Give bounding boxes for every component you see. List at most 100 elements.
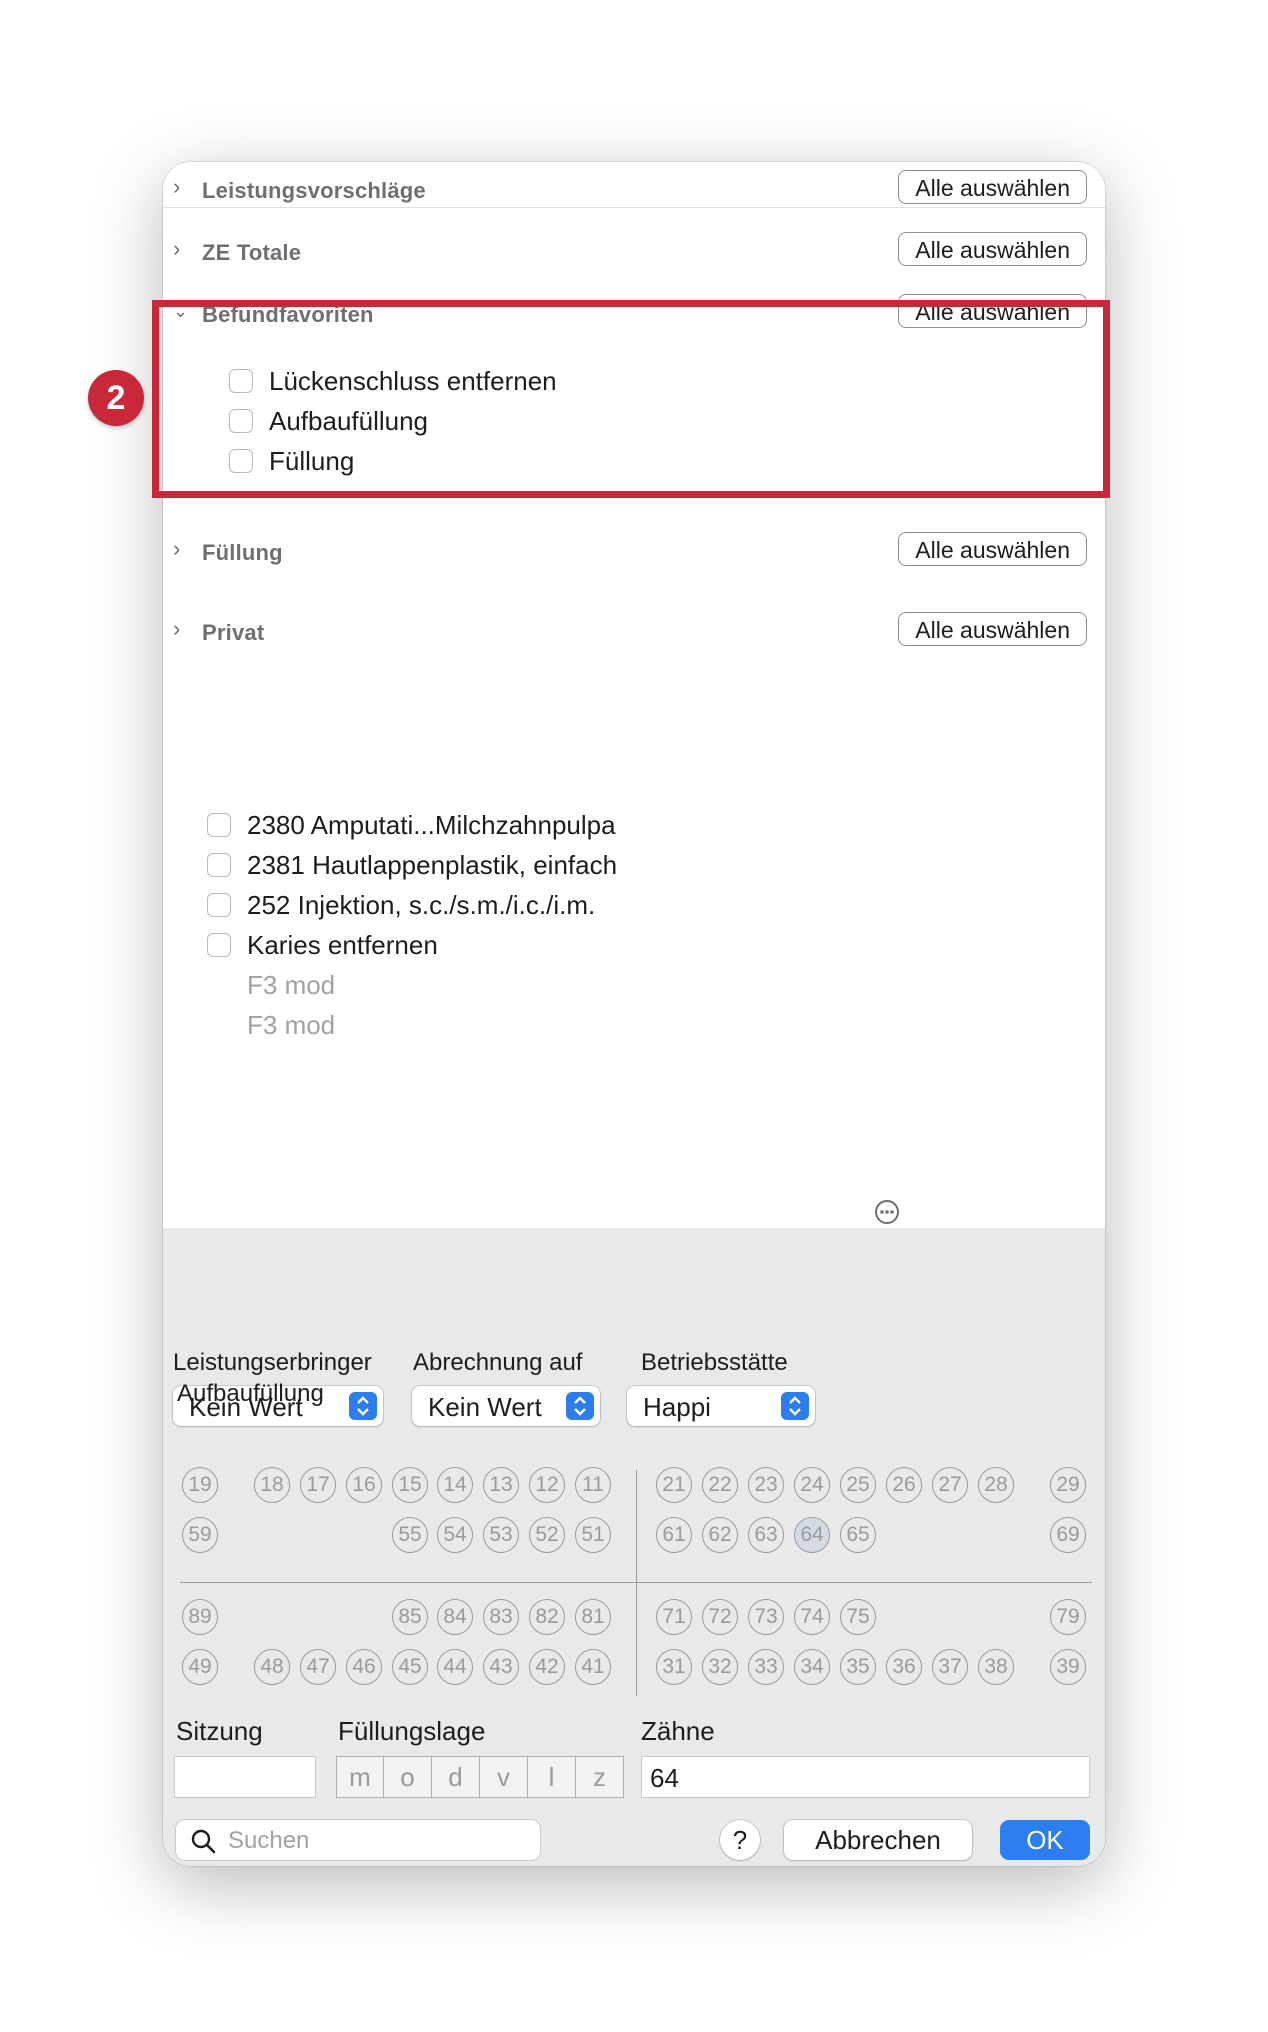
tooth-83[interactable]: 83 [483, 1599, 519, 1635]
tooth-43[interactable]: 43 [483, 1649, 519, 1685]
tooth-64-selected[interactable]: 64 [794, 1517, 830, 1553]
tooth-23[interactable]: 23 [748, 1467, 784, 1503]
tooth-21[interactable]: 21 [656, 1467, 692, 1503]
betriebsstaette-popup[interactable]: Happi [627, 1386, 815, 1426]
segment-v[interactable]: v [480, 1756, 528, 1798]
zaehne-field[interactable]: 64 [641, 1756, 1090, 1798]
tooth-79[interactable]: 79 [1050, 1599, 1086, 1635]
tooth-54[interactable]: 54 [437, 1517, 473, 1553]
tooth-27[interactable]: 27 [932, 1467, 968, 1503]
tooth-42[interactable]: 42 [529, 1649, 565, 1685]
select-all-button[interactable]: Alle auswählen [898, 170, 1087, 204]
tooth-84[interactable]: 84 [437, 1599, 473, 1635]
up-down-arrows-icon[interactable] [566, 1392, 594, 1420]
tooth-52[interactable]: 52 [529, 1517, 565, 1553]
section-fuellung[interactable]: › Füllung Alle auswählen [163, 530, 1105, 580]
segment-l[interactable]: l [528, 1756, 576, 1798]
tooth-51[interactable]: 51 [575, 1517, 611, 1553]
select-all-button[interactable]: Alle auswählen [898, 612, 1087, 646]
step-badge: 2 [88, 370, 144, 426]
chevron-right-icon[interactable]: › [173, 618, 195, 640]
zaehne-label: Zähne [641, 1716, 715, 1746]
ok-button[interactable]: OK [1000, 1820, 1090, 1860]
tooth-74[interactable]: 74 [794, 1599, 830, 1635]
tooth-65[interactable]: 65 [840, 1517, 876, 1553]
tooth-17[interactable]: 17 [300, 1467, 336, 1503]
tooth-59[interactable]: 59 [182, 1517, 218, 1553]
tooth-85[interactable]: 85 [392, 1599, 428, 1635]
tooth-81[interactable]: 81 [575, 1599, 611, 1635]
field-value: 64 [650, 1763, 679, 1793]
tooth-48[interactable]: 48 [254, 1649, 290, 1685]
fuellungslage-label: Füllungslage [338, 1716, 486, 1746]
segment-o[interactable]: o [384, 1756, 432, 1798]
chevron-right-icon[interactable]: › [173, 176, 195, 198]
tooth-22[interactable]: 22 [702, 1467, 738, 1503]
segment-z[interactable]: z [576, 1756, 624, 1798]
tooth-36[interactable]: 36 [886, 1649, 922, 1685]
up-down-arrows-icon[interactable] [781, 1392, 809, 1420]
tooth-28[interactable]: 28 [978, 1467, 1014, 1503]
section-ze-totale[interactable]: › ZE Totale Alle auswählen [163, 230, 1105, 280]
tooth-15[interactable]: 15 [392, 1467, 428, 1503]
tooth-31[interactable]: 31 [656, 1649, 692, 1685]
section-privat[interactable]: › Privat Alle auswählen [163, 610, 1105, 660]
tooth-61[interactable]: 61 [656, 1517, 692, 1553]
chevron-right-icon[interactable]: › [173, 538, 195, 560]
tooth-24[interactable]: 24 [794, 1467, 830, 1503]
cancel-button[interactable]: Abbrechen [784, 1820, 972, 1860]
tooth-11[interactable]: 11 [575, 1467, 611, 1503]
tooth-32[interactable]: 32 [702, 1649, 738, 1685]
tooth-69[interactable]: 69 [1050, 1517, 1086, 1553]
sitzung-field[interactable] [174, 1756, 316, 1798]
tooth-73[interactable]: 73 [748, 1599, 784, 1635]
tooth-89[interactable]: 89 [182, 1599, 218, 1635]
tooth-71[interactable]: 71 [656, 1599, 692, 1635]
tooth-33[interactable]: 33 [748, 1649, 784, 1685]
tooth-16[interactable]: 16 [346, 1467, 382, 1503]
tooth-26[interactable]: 26 [886, 1467, 922, 1503]
tooth-75[interactable]: 75 [840, 1599, 876, 1635]
help-button[interactable]: ? [720, 1820, 760, 1860]
tooth-29[interactable]: 29 [1050, 1467, 1086, 1503]
tooth-13[interactable]: 13 [483, 1467, 519, 1503]
tooth-44[interactable]: 44 [437, 1649, 473, 1685]
tooth-19[interactable]: 19 [182, 1467, 218, 1503]
section-leistungsvorschlaege[interactable]: › Leistungsvorschläge Alle auswählen [163, 168, 1105, 218]
tooth-35[interactable]: 35 [840, 1649, 876, 1685]
checkbox[interactable] [207, 853, 231, 877]
tooth-45[interactable]: 45 [392, 1649, 428, 1685]
tooth-37[interactable]: 37 [932, 1649, 968, 1685]
tooth-38[interactable]: 38 [978, 1649, 1014, 1685]
tooth-82[interactable]: 82 [529, 1599, 565, 1635]
search-field[interactable]: Suchen [176, 1820, 540, 1860]
tooth-49[interactable]: 49 [182, 1649, 218, 1685]
tooth-47[interactable]: 47 [300, 1649, 336, 1685]
tooth-14[interactable]: 14 [437, 1467, 473, 1503]
up-down-arrows-icon[interactable] [349, 1392, 377, 1420]
abrechnung-popup[interactable]: Kein Wert [412, 1386, 600, 1426]
segment-m[interactable]: m [336, 1756, 384, 1798]
tooth-25[interactable]: 25 [840, 1467, 876, 1503]
checkbox[interactable] [207, 893, 231, 917]
section-title: ZE Totale [202, 240, 302, 265]
popup-value: Happi [643, 1392, 711, 1422]
select-all-button[interactable]: Alle auswählen [898, 532, 1087, 566]
tooth-34[interactable]: 34 [794, 1649, 830, 1685]
tooth-12[interactable]: 12 [529, 1467, 565, 1503]
checkbox[interactable] [207, 813, 231, 837]
tooth-63[interactable]: 63 [748, 1517, 784, 1553]
tooth-39[interactable]: 39 [1050, 1649, 1086, 1685]
tooth-41[interactable]: 41 [575, 1649, 611, 1685]
tooth-18[interactable]: 18 [254, 1467, 290, 1503]
checkbox[interactable] [207, 933, 231, 957]
tooth-53[interactable]: 53 [483, 1517, 519, 1553]
segment-d[interactable]: d [432, 1756, 480, 1798]
more-options-icon[interactable] [874, 1199, 900, 1225]
tooth-46[interactable]: 46 [346, 1649, 382, 1685]
tooth-72[interactable]: 72 [702, 1599, 738, 1635]
tooth-62[interactable]: 62 [702, 1517, 738, 1553]
tooth-55[interactable]: 55 [392, 1517, 428, 1553]
chevron-right-icon[interactable]: › [173, 238, 195, 260]
select-all-button[interactable]: Alle auswählen [898, 232, 1087, 266]
